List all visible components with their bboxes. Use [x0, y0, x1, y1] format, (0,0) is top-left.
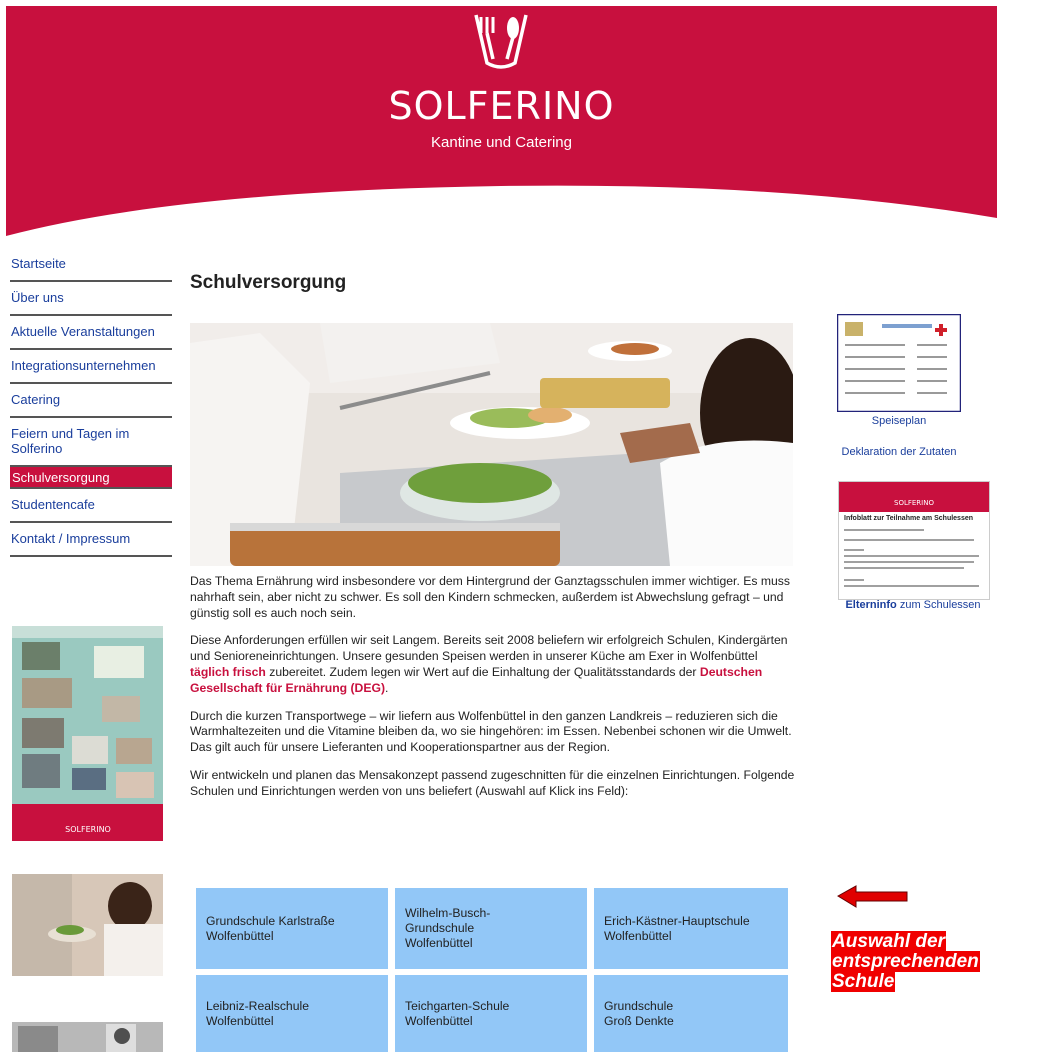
annotation-line: Schule	[831, 971, 896, 992]
kids-food-image[interactable]	[12, 874, 163, 976]
kitchen-image[interactable]	[12, 1022, 163, 1052]
nav-item-integrationsunternehmen[interactable]: Integrationsunternehmen	[10, 350, 172, 384]
school-name-line: Grundschule Karlstraße	[206, 913, 335, 928]
sidebar-nav: Startseite Über uns Aktuelle Veranstaltu…	[10, 250, 172, 557]
text-segment: zubereitet. Zudem legen wir Wert auf die…	[265, 664, 700, 679]
school-tile-label: Wilhelm-Busch- Grundschule Wolfenbüttel	[405, 906, 490, 951]
speiseplan-link[interactable]: Speiseplan	[837, 415, 961, 427]
speiseplan-thumbnail[interactable]	[837, 314, 961, 412]
annotation-callout: Auswahl der entsprechenden Schule	[831, 931, 1033, 992]
school-name-line: Wolfenbüttel	[206, 928, 274, 943]
article-text: Das Thema Ernährung wird insbesondere vo…	[190, 574, 800, 812]
elterninfo-header-graphic: SOLFERINO	[839, 482, 989, 512]
school-name-line: Teichgarten-Schule	[405, 998, 510, 1013]
school-name-line: Erich-Kästner-Hauptschule	[604, 913, 750, 928]
school-name-line: Grundschule	[604, 998, 674, 1013]
school-name-line: Wolfenbüttel	[206, 1013, 274, 1028]
school-tile-label: Grundschule Karlstraße Wolfenbüttel	[206, 914, 335, 944]
school-name-line: Groß Denkte	[604, 1013, 674, 1028]
hero-image	[190, 323, 793, 566]
svg-text:SOLFERINO: SOLFERINO	[894, 499, 934, 507]
deklaration-link[interactable]: Deklaration der Zutaten	[834, 446, 964, 458]
school-tile-teichgarten[interactable]: Teichgarten-Schule Wolfenbüttel	[395, 975, 587, 1052]
elterninfo-thumbnail[interactable]: SOLFERINO Infoblatt zur Teilnahme am Sch…	[838, 481, 990, 600]
school-tile-label: Grundschule Groß Denkte	[604, 999, 674, 1029]
text-segment: .	[385, 680, 389, 695]
elterninfo-rest: zum Schulessen	[896, 599, 981, 611]
school-name-line: Wolfenbüttel	[405, 1013, 473, 1028]
page-title: Schulversorgung	[190, 272, 347, 293]
svg-text:SOLFERINO: SOLFERINO	[65, 825, 111, 834]
school-tile-label: Leibniz-Realschule Wolfenbüttel	[206, 999, 309, 1029]
infoblatt-text-lines	[844, 529, 979, 587]
paragraph-mensakonzept: Wir entwickeln und planen das Mensakonze…	[190, 767, 795, 798]
annotation-line: Auswahl der	[831, 931, 946, 952]
school-tile-label: Teichgarten-Schule Wolfenbüttel	[405, 999, 509, 1029]
school-tile-wilhelm-busch[interactable]: Wilhelm-Busch- Grundschule Wolfenbüttel	[395, 888, 587, 969]
nav-item-ueber-uns[interactable]: Über uns	[10, 282, 172, 316]
school-tile-leibniz-realschule[interactable]: Leibniz-Realschule Wolfenbüttel	[196, 975, 388, 1052]
school-tile-grundschule-karlstrasse[interactable]: Grundschule Karlstraße Wolfenbüttel	[196, 888, 388, 969]
nav-item-kontakt-impressum[interactable]: Kontakt / Impressum	[10, 523, 172, 557]
nav-item-studentencafe[interactable]: Studentencafe	[10, 489, 172, 523]
school-tile-gross-denkte[interactable]: Grundschule Groß Denkte	[594, 975, 788, 1052]
brand-name: SOLFERINO	[388, 84, 615, 128]
school-tile-erich-kaestner[interactable]: Erich-Kästner-Hauptschule Wolfenbüttel	[594, 888, 788, 969]
nav-item-aktuelle-veranstaltungen[interactable]: Aktuelle Veranstaltungen	[10, 316, 172, 350]
annotation-line: entsprechenden	[831, 951, 980, 972]
brand-tagline: Kantine und Catering	[431, 134, 572, 151]
school-name-line: Grundschule	[405, 921, 475, 935]
flyer-image[interactable]: SOLFERINO	[12, 626, 163, 841]
school-tile-label: Erich-Kästner-Hauptschule Wolfenbüttel	[604, 914, 750, 944]
nav-item-catering[interactable]: Catering	[10, 384, 172, 418]
paragraph-intro: Das Thema Ernährung wird insbesondere vo…	[190, 574, 790, 620]
school-name-line: Wolfenbüttel	[604, 928, 672, 943]
school-name-line: Leibniz-Realschule	[206, 998, 309, 1013]
school-name-line: Wilhelm-Busch-	[405, 906, 491, 920]
text-segment: Diese Anforderungen erfüllen wir seit La…	[190, 633, 788, 664]
highlight-taeglich-frisch: täglich frisch	[190, 664, 266, 679]
nav-item-schulversorgung[interactable]: Schulversorgung	[10, 467, 172, 489]
paragraph-transport: Durch die kurzen Transportwege – wir lie…	[190, 708, 792, 755]
site-header: SOLFERINO Kantine und Catering	[6, 6, 997, 236]
nav-item-startseite[interactable]: Startseite	[10, 250, 172, 282]
paragraph-requirements: Diese Anforderungen erfüllen wir seit La…	[190, 633, 800, 696]
infoblatt-title: Infoblatt zur Teilnahme am Schulessen	[844, 515, 974, 522]
elterninfo-caption[interactable]: Elterninfo zum Schulessen	[832, 599, 994, 611]
arrow-left-icon	[837, 885, 908, 908]
elterninfo-bold: Elterninfo	[845, 599, 897, 611]
nav-item-feiern-und-tagen[interactable]: Feiern und Tagen im Solferino	[10, 418, 172, 467]
school-name-line: Wolfenbüttel	[405, 936, 473, 950]
